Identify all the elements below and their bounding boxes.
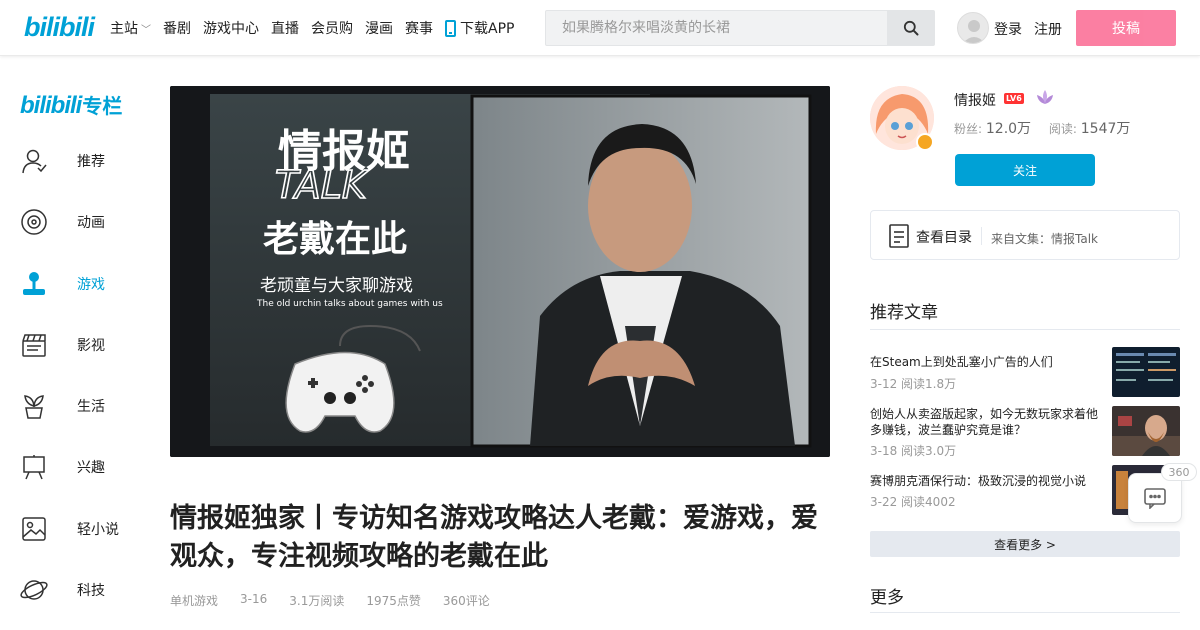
sidebar-item-label: 科技 xyxy=(77,583,105,599)
sidebar-item-light-novel[interactable]: 轻小说 xyxy=(20,512,140,546)
divider xyxy=(870,329,1180,330)
post-button[interactable]: 投稿 xyxy=(1076,10,1176,46)
sidebar-item-label: 动画 xyxy=(77,215,105,231)
fans-count: 12.0万 xyxy=(985,121,1032,137)
recommend-title: 推荐文章 xyxy=(870,303,938,323)
author-name[interactable]: 情报姬 xyxy=(954,90,996,110)
recommend-thumbnail xyxy=(1112,347,1180,397)
nav-item-esports[interactable]: 赛事 xyxy=(405,18,433,38)
recommend-item-meta: 3-12 阅读1.8万 xyxy=(870,377,957,391)
lotus-badge-icon xyxy=(1037,90,1053,104)
reads-count: 1547万 xyxy=(1080,121,1131,137)
banner-subtitle: 老顽童与大家聊游戏 xyxy=(260,276,413,296)
picture-icon xyxy=(22,517,46,541)
recommend-icon xyxy=(22,149,47,174)
level-badge: LV6 xyxy=(1004,93,1024,104)
recommend-thumbnail xyxy=(1112,406,1180,456)
recommend-item-title: 赛博朋克酒保行动：极致沉浸的视觉小说 xyxy=(870,474,1087,488)
sidebar-item-game[interactable]: 游戏 xyxy=(20,267,140,301)
nav-item-member-shop[interactable]: 会员购 xyxy=(311,18,353,38)
planet-icon xyxy=(20,580,48,600)
author-stats: 粉丝: 12.0万 阅读: 1547万 xyxy=(954,118,1144,138)
sidebar-item-anime[interactable]: 动画 xyxy=(20,205,140,239)
more-section-title: 更多 xyxy=(870,588,904,608)
nav-item-download-app[interactable]: 下载APP xyxy=(445,18,514,38)
article-banner: 情报姬 TALK 老戴在此 老顽童与大家聊游戏 The old urchin t… xyxy=(170,86,830,457)
article-category[interactable]: 单机游戏 xyxy=(170,592,218,609)
search-input[interactable] xyxy=(546,11,888,45)
recommend-item[interactable]: 创始人从卖盗版起家，如今无数玩家求着他多赚钱，波兰蠢驴究竟是谁？ 3-18 阅读… xyxy=(870,406,1180,458)
banner-title-line2: TALK xyxy=(275,163,370,207)
article-date: 3-16 xyxy=(240,592,268,606)
article-likes: 1975点赞 xyxy=(366,594,421,608)
sidebar-item-recommend[interactable]: 推荐 xyxy=(20,144,140,178)
bilibili-logo[interactable]: bilibili xyxy=(24,12,95,43)
catalog-label: 查看目录 xyxy=(916,230,972,246)
phone-icon xyxy=(445,19,456,37)
nav-item-anime[interactable]: 番剧 xyxy=(163,18,191,38)
sidebar-item-interest[interactable]: 兴趣 xyxy=(20,450,140,484)
article-title: 情报姬独家丨专访知名游戏攻略达人老戴：爱游戏，爱观众，专注视频攻略的老戴在此 xyxy=(170,503,818,572)
nav-item-live[interactable]: 直播 xyxy=(271,18,299,38)
joystick-icon xyxy=(23,272,45,295)
banner-headline: 老戴在此 xyxy=(263,218,407,260)
article-reads: 3.1万阅读 xyxy=(289,594,345,608)
comment-icon xyxy=(1144,488,1166,509)
column-logo[interactable]: bilibili专栏 xyxy=(20,90,122,120)
disc-icon xyxy=(21,209,47,235)
sidebar-item-life[interactable]: 生活 xyxy=(20,389,140,423)
view-more-button[interactable]: 查看更多 > xyxy=(870,531,1180,557)
search-icon xyxy=(903,20,918,36)
main-nav: 主站 ﹀ 番剧 游戏中心 直播 会员购 漫画 赛事 下载APP xyxy=(110,0,526,56)
reads-label: 阅读: xyxy=(1048,122,1077,136)
nav-item-main[interactable]: 主站 ﹀ xyxy=(110,18,151,38)
recommend-item-title: 创始人从卖盗版起家，如今无数玩家求着他多赚钱，波兰蠢驴究竟是谁？ xyxy=(870,407,1099,437)
clapperboard-icon xyxy=(22,334,46,357)
sidebar-item-label: 游戏 xyxy=(77,277,105,293)
article-meta: 单机游戏 3-16 3.1万阅读 1975点赞 360评论 xyxy=(170,592,512,609)
search-button[interactable] xyxy=(887,11,934,45)
easel-icon xyxy=(23,455,45,480)
register-link[interactable]: 注册 xyxy=(1034,19,1062,39)
column-logo-suffix: 专栏 xyxy=(82,96,123,118)
catalog-source: 来自文集：情报Talk xyxy=(991,232,1098,246)
follow-button[interactable]: 关注 xyxy=(955,154,1095,186)
sidebar-item-label: 影视 xyxy=(77,338,105,354)
search-bar xyxy=(545,10,935,46)
sidebar-item-film[interactable]: 影视 xyxy=(20,328,140,362)
recommend-item-meta: 3-22 阅读4002 xyxy=(870,495,956,509)
chevron-down-icon: ﹀ xyxy=(141,24,151,36)
catalog-icon xyxy=(889,224,909,248)
banner-subtitle-en: The old urchin talks about games with us xyxy=(256,299,443,309)
sidebar-item-label: 轻小说 xyxy=(77,522,119,538)
nav-item-game-center[interactable]: 游戏中心 xyxy=(203,18,259,38)
comment-count-badge: 360 xyxy=(1161,463,1197,481)
fans-label: 粉丝: xyxy=(954,122,983,136)
column-logo-main: bilibili xyxy=(20,92,82,119)
nav-label: 主站 xyxy=(110,21,138,37)
sidebar-item-label: 推荐 xyxy=(77,154,105,170)
sidebar-item-label: 兴趣 xyxy=(77,460,105,476)
recommend-item[interactable]: 在Steam上到处乱塞小广告的人们 3-12 阅读1.8万 xyxy=(870,347,1180,397)
article-comments: 360评论 xyxy=(442,594,490,608)
recommend-item-meta: 3-18 阅读3.0万 xyxy=(870,444,957,458)
banner-image: 情报姬 TALK 老戴在此 老顽童与大家聊游戏 The old urchin t… xyxy=(170,86,830,457)
sidebar-item-label: 生活 xyxy=(77,399,105,415)
plant-icon xyxy=(24,395,44,419)
divider xyxy=(870,612,1180,613)
verified-icon xyxy=(916,133,934,151)
avatar[interactable] xyxy=(957,12,989,44)
top-header: bilibili 主站 ﹀ 番剧 游戏中心 直播 会员购 漫画 赛事 下载APP … xyxy=(0,0,1200,56)
recommend-item-title: 在Steam上到处乱塞小广告的人们 xyxy=(870,355,1053,369)
sidebar-item-tech[interactable]: 科技 xyxy=(20,573,140,607)
default-avatar-icon xyxy=(963,20,985,43)
nav-label: 下载APP xyxy=(460,21,515,37)
divider xyxy=(981,227,982,245)
catalog-box[interactable]: 查看目录 来自文集：情报Talk xyxy=(870,210,1180,260)
login-link[interactable]: 登录 xyxy=(994,19,1022,39)
nav-item-manga[interactable]: 漫画 xyxy=(365,18,393,38)
